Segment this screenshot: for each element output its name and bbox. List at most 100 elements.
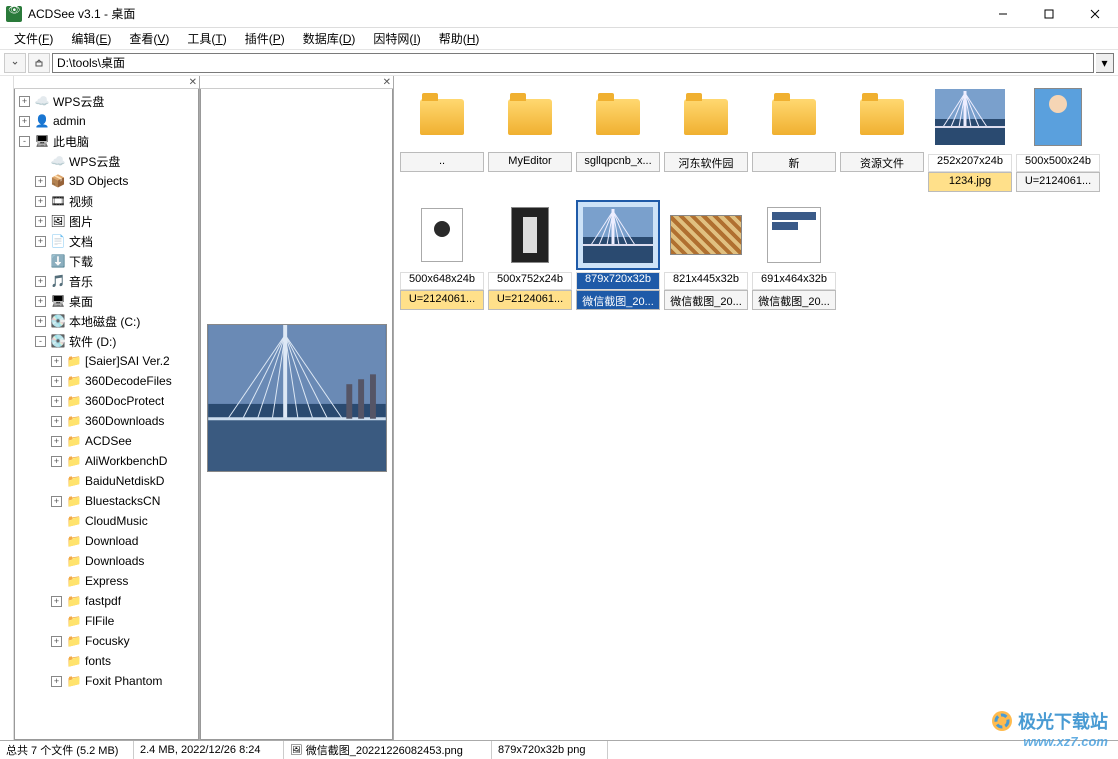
thumb-image[interactable]: [576, 200, 660, 270]
tree-node[interactable]: +🎵音乐: [15, 271, 198, 291]
addr-history-button[interactable]: [4, 53, 26, 73]
tree-node[interactable]: +📁ACDSee: [15, 431, 198, 451]
thumb-image[interactable]: [488, 200, 572, 270]
expand-icon[interactable]: +: [35, 176, 46, 187]
thumb-image[interactable]: [576, 82, 660, 152]
menu-item-i[interactable]: 因特网(I): [365, 28, 428, 49]
close-button[interactable]: [1072, 0, 1118, 28]
menu-item-d[interactable]: 数据库(D): [295, 28, 364, 49]
tree-node[interactable]: +☁️WPS云盘: [15, 91, 198, 111]
thumb-item[interactable]: MyEditor: [488, 82, 572, 192]
expand-icon[interactable]: +: [51, 376, 62, 387]
tree-node[interactable]: ☁️WPS云盘: [15, 151, 198, 171]
tree-panel-close[interactable]: ✕: [189, 77, 197, 88]
tree-node[interactable]: +🎞视频: [15, 191, 198, 211]
tree-node[interactable]: +🖥桌面: [15, 291, 198, 311]
tree-node[interactable]: +📁360DecodeFiles: [15, 371, 198, 391]
thumbnail-grid[interactable]: ..MyEditorsgllqpcnb_x...河东软件园新资源文件252x20…: [394, 76, 1118, 740]
expand-icon[interactable]: +: [51, 636, 62, 647]
thumb-image[interactable]: [664, 82, 748, 152]
preview-image[interactable]: [207, 324, 387, 472]
thumb-item[interactable]: 252x207x24b1234.jpg: [928, 82, 1012, 192]
thumb-image[interactable]: [752, 82, 836, 152]
thumb-item[interactable]: 资源文件: [840, 82, 924, 192]
thumb-image[interactable]: [840, 82, 924, 152]
menu-item-f[interactable]: 文件(F): [6, 28, 61, 49]
minimize-button[interactable]: [980, 0, 1026, 28]
addr-up-button[interactable]: [28, 53, 50, 73]
tree-node[interactable]: +📁[Saier]SAI Ver.2: [15, 351, 198, 371]
tree-node[interactable]: +📦3D Objects: [15, 171, 198, 191]
thumb-image[interactable]: [400, 82, 484, 152]
preview-panel-close[interactable]: ✕: [383, 77, 391, 88]
tree-node[interactable]: +📁Foxit Phantom: [15, 671, 198, 691]
expand-icon[interactable]: +: [35, 236, 46, 247]
expand-icon[interactable]: +: [51, 676, 62, 687]
expand-icon[interactable]: +: [51, 416, 62, 427]
collapse-icon[interactable]: -: [19, 136, 30, 147]
tree-node[interactable]: 📁CloudMusic: [15, 511, 198, 531]
expand-icon[interactable]: +: [51, 356, 62, 367]
tree-node[interactable]: -💽软件 (D:): [15, 331, 198, 351]
tree-node[interactable]: 📁fonts: [15, 651, 198, 671]
expand-icon[interactable]: +: [35, 276, 46, 287]
thumb-item[interactable]: 500x752x24bU=2124061...: [488, 200, 572, 310]
menu-item-e[interactable]: 编辑(E): [63, 28, 119, 49]
tree-node[interactable]: 📁BaiduNetdiskD: [15, 471, 198, 491]
expand-icon[interactable]: +: [51, 596, 62, 607]
thumb-item[interactable]: 500x648x24bU=2124061...: [400, 200, 484, 310]
thumb-item[interactable]: 691x464x32b微信截图_20...: [752, 200, 836, 310]
tree-node[interactable]: +📁BluestacksCN: [15, 491, 198, 511]
thumb-filename: 1234.jpg: [928, 172, 1012, 192]
thumb-image[interactable]: [752, 200, 836, 270]
thumb-item[interactable]: 新: [752, 82, 836, 192]
thumb-image[interactable]: [928, 82, 1012, 152]
folder-tree[interactable]: +☁️WPS云盘+👤admin-🖥此电脑☁️WPS云盘+📦3D Objects+…: [14, 89, 199, 740]
tree-node[interactable]: +🖼图片: [15, 211, 198, 231]
menu-item-t[interactable]: 工具(T): [179, 28, 234, 49]
tree-node[interactable]: +📁Focusky: [15, 631, 198, 651]
expand-icon[interactable]: +: [35, 296, 46, 307]
tree-node[interactable]: -🖥此电脑: [15, 131, 198, 151]
thumb-item[interactable]: 879x720x32b微信截图_20...: [576, 200, 660, 310]
thumb-item[interactable]: sgllqpcnb_x...: [576, 82, 660, 192]
thumb-item[interactable]: ..: [400, 82, 484, 192]
thumb-item[interactable]: 821x445x32b微信截图_20...: [664, 200, 748, 310]
address-dropdown[interactable]: ▾: [1096, 53, 1114, 73]
thumb-item[interactable]: 500x500x24bU=2124061...: [1016, 82, 1100, 192]
left-dock-strip[interactable]: [0, 76, 14, 740]
tree-node[interactable]: +📁AliWorkbenchD: [15, 451, 198, 471]
tree-node[interactable]: +💽本地磁盘 (C:): [15, 311, 198, 331]
thumb-image[interactable]: [664, 200, 748, 270]
tree-node[interactable]: 📁Downloads: [15, 551, 198, 571]
expand-icon[interactable]: +: [35, 316, 46, 327]
tree-node[interactable]: ⬇️下载: [15, 251, 198, 271]
expand-icon[interactable]: +: [51, 396, 62, 407]
expand-icon[interactable]: +: [35, 196, 46, 207]
tree-node[interactable]: +📁360Downloads: [15, 411, 198, 431]
thumb-image[interactable]: [400, 200, 484, 270]
tree-node[interactable]: +👤admin: [15, 111, 198, 131]
thumb-item[interactable]: 河东软件园: [664, 82, 748, 192]
expand-icon[interactable]: +: [51, 436, 62, 447]
tree-node[interactable]: +📄文档: [15, 231, 198, 251]
tree-node[interactable]: +📁fastpdf: [15, 591, 198, 611]
menu-item-p[interactable]: 插件(P): [237, 28, 293, 49]
tree-node-label: CloudMusic: [85, 514, 148, 528]
expand-icon[interactable]: +: [51, 456, 62, 467]
expand-icon[interactable]: +: [51, 496, 62, 507]
thumb-image[interactable]: [1016, 82, 1100, 152]
tree-node[interactable]: +📁360DocProtect: [15, 391, 198, 411]
menu-item-h[interactable]: 帮助(H): [431, 28, 488, 49]
menu-item-v[interactable]: 查看(V): [121, 28, 177, 49]
tree-node[interactable]: 📁Download: [15, 531, 198, 551]
collapse-icon[interactable]: -: [35, 336, 46, 347]
address-input[interactable]: [52, 53, 1094, 73]
thumb-image[interactable]: [488, 82, 572, 152]
expand-icon[interactable]: +: [19, 96, 30, 107]
tree-node[interactable]: 📁Express: [15, 571, 198, 591]
tree-node[interactable]: 📁FlFile: [15, 611, 198, 631]
expand-icon[interactable]: +: [35, 216, 46, 227]
maximize-button[interactable]: [1026, 0, 1072, 28]
expand-icon[interactable]: +: [19, 116, 30, 127]
